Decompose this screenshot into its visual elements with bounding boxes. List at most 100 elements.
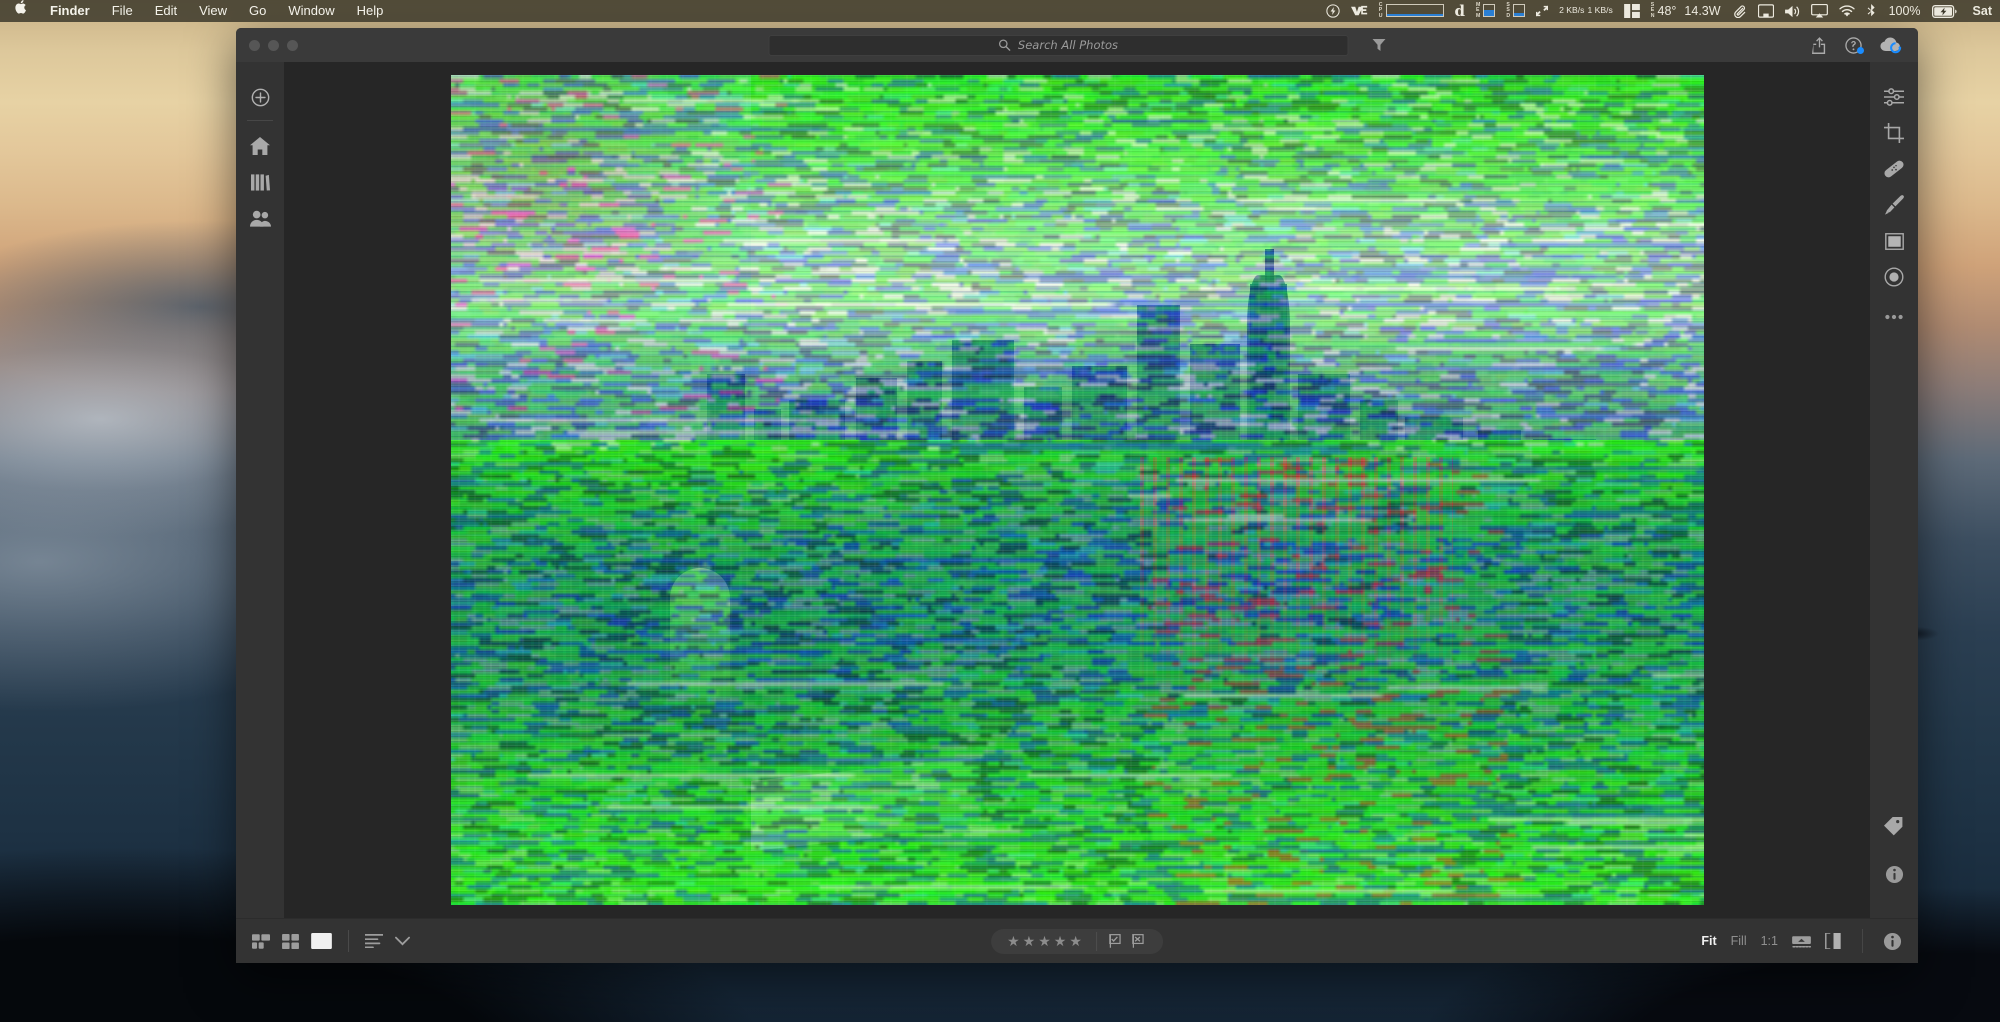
battery-percent[interactable]: 100% [1889, 4, 1921, 18]
sort-button[interactable] [365, 934, 383, 948]
menu-window[interactable]: Window [277, 0, 345, 22]
cpu-meter[interactable]: CPU [1378, 2, 1444, 19]
view-mode-group [252, 930, 410, 952]
ssd-meter[interactable]: SSD [1506, 2, 1526, 19]
apple-menu[interactable] [10, 0, 39, 22]
grid-view-button[interactable] [282, 933, 299, 949]
before-after-compare-icon[interactable] [1825, 933, 1842, 949]
paperclip-icon[interactable] [1732, 4, 1747, 18]
share-export-icon[interactable] [1812, 36, 1827, 54]
tool-radial[interactable] [1877, 259, 1911, 295]
menu-help[interactable]: Help [346, 0, 395, 22]
tool-heal[interactable] [1877, 151, 1911, 187]
flag-pick-icon[interactable] [1108, 934, 1124, 948]
menu-file[interactable]: File [101, 0, 144, 22]
window-traffic-lights [236, 39, 298, 51]
zoom-fill-button[interactable]: Fill [1731, 934, 1747, 948]
info-circle-icon[interactable] [1883, 932, 1902, 951]
network-download-rate: 1 KB/s [1587, 5, 1613, 16]
sidebar-item-add[interactable] [243, 79, 277, 115]
ssd-label-d: D [1506, 12, 1511, 19]
sort-menu-chevron-down-icon[interactable] [395, 936, 410, 946]
zoom-fit-button[interactable]: Fit [1701, 934, 1716, 948]
menu-edit[interactable]: Edit [144, 0, 188, 22]
tool-info[interactable] [1877, 856, 1911, 892]
menu-bar-items: Finder File Edit View Go Window Help [10, 0, 394, 22]
power-wattage: 14.3W [1684, 3, 1721, 18]
search-placeholder: Search All Photos [1017, 38, 1119, 52]
network-upload-rate: 2 KB/s [1559, 5, 1585, 16]
tool-tag[interactable] [1877, 808, 1911, 844]
bluetooth-icon[interactable] [1866, 4, 1878, 18]
tool-more[interactable] [1877, 299, 1911, 335]
window-body [236, 62, 1918, 918]
sidebar-item-home[interactable] [243, 128, 277, 164]
window-layout-icon[interactable] [1623, 4, 1640, 18]
search-area: Search All Photos [768, 34, 1386, 56]
disk-activity-icon[interactable]: d [1455, 2, 1466, 20]
rating-pill: ★ ★ ★ ★ ★ [991, 928, 1163, 954]
flag-reject-icon[interactable] [1131, 934, 1147, 948]
single-photo-view-button[interactable] [311, 933, 332, 949]
speaker-icon[interactable] [1784, 5, 1800, 18]
zoom-divider [1862, 929, 1863, 953]
toolbar-divider [348, 930, 349, 952]
tool-gradient[interactable] [1877, 223, 1911, 259]
window-title-bar: Search All Photos [236, 28, 1918, 62]
network-rate[interactable]: 2 KB/s 1 KB/s [1559, 6, 1613, 16]
cpu-bar-graph [1385, 4, 1444, 18]
help-circle-icon[interactable] [1845, 36, 1864, 54]
search-icon [999, 39, 1011, 51]
memory-meter[interactable]: MEM [1476, 2, 1496, 19]
mem-label-m2: M [1476, 12, 1481, 19]
zoom-controls: Fit Fill 1:1 [1701, 929, 1902, 953]
cpu-label-u: U [1378, 12, 1383, 19]
star-rating[interactable]: ★ ★ ★ ★ ★ [995, 934, 1094, 948]
rating-controls: ★ ★ ★ ★ ★ [991, 928, 1163, 954]
filmstrip-icon[interactable] [1792, 934, 1811, 949]
glitched-skyline-photo[interactable] [450, 75, 1704, 905]
display-icon[interactable] [1757, 4, 1774, 18]
power-bolt-icon[interactable] [1326, 4, 1340, 18]
tool-adjust[interactable] [1877, 79, 1911, 115]
menubar-clock[interactable]: Sat [1973, 4, 1992, 18]
vpn-logo-icon[interactable] [1350, 5, 1368, 17]
sidebar-item-library[interactable] [243, 164, 277, 200]
airplay-icon[interactable] [1810, 4, 1828, 18]
sen-label-n: N [1650, 12, 1655, 19]
photo-canvas[interactable] [284, 62, 1870, 918]
menu-view[interactable]: View [188, 0, 238, 22]
zoom-button[interactable] [287, 39, 298, 51]
filter-funnel-icon[interactable] [1372, 39, 1386, 51]
star-3[interactable]: ★ [1038, 934, 1051, 948]
pixel-grain-noise [450, 75, 1704, 905]
flag-controls [1099, 934, 1159, 948]
sidebar-item-people[interactable] [243, 200, 277, 236]
ssd-bar-graph [1513, 4, 1526, 18]
rating-divider [1095, 931, 1097, 951]
minimize-button[interactable] [268, 39, 279, 51]
menu-go[interactable]: Go [238, 0, 277, 22]
sidebar-divider [247, 120, 273, 121]
star-4[interactable]: ★ [1054, 934, 1067, 948]
star-5[interactable]: ★ [1069, 934, 1082, 948]
close-button[interactable] [249, 39, 260, 51]
photos-app-window: Search All Photos ★ ★ ★ ★ ★ Fit Fill 1:1 [236, 28, 1918, 963]
zoom-1-1-button[interactable]: 1:1 [1761, 934, 1778, 948]
tool-brush[interactable] [1877, 187, 1911, 223]
menu-finder[interactable]: Finder [39, 0, 101, 22]
network-arrows-icon[interactable] [1536, 5, 1549, 17]
bottom-toolbar: ★ ★ ★ ★ ★ Fit Fill 1:1 [236, 918, 1918, 963]
left-sidebar [236, 62, 284, 918]
menu-bar-status-items: CPU d MEM SSD 2 KB/s 1 KB/s SEN 48° 14.3… [1326, 2, 1994, 20]
sensor-meter[interactable]: SEN 48° 14.3W [1650, 2, 1721, 19]
battery-charging-icon[interactable] [1931, 4, 1957, 18]
wifi-icon[interactable] [1838, 4, 1855, 18]
tool-crop[interactable] [1877, 115, 1911, 151]
cpu-temperature: 48° [1657, 3, 1677, 18]
cloud-sync-icon[interactable] [1880, 37, 1902, 54]
grid-detail-view-button[interactable] [252, 933, 270, 949]
star-2[interactable]: ★ [1023, 934, 1036, 948]
star-1[interactable]: ★ [1007, 934, 1020, 948]
search-input[interactable]: Search All Photos [768, 34, 1349, 56]
